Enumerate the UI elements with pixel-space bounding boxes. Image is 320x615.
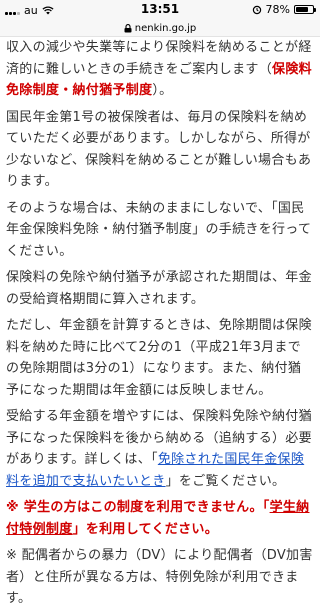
url-domain: nenkin.go.jp [134,22,197,34]
dv-notice: ※ 配偶者からの暴力（DV）により配偶者（DV加害者）と住所が異なる方は、特例免… [6,548,313,606]
student-notice: ※ 学生の方はこの制度を利用できません。「学生納付特例制度」を利用してください。 [6,500,310,537]
lock-icon [124,23,132,32]
procedure-paragraph: そのような場合は、未納のままにしないで、「国民年金保険料免除・納付猶予制度」の手… [6,200,312,259]
approval-paragraph: 保険料の免除や納付猶予が承認された期間は、年金の受給資格期間に算入されます。 [6,270,312,307]
battery-percent: 78% [265,3,290,16]
address-bar[interactable]: nenkin.go.jp [0,20,320,37]
intro-paragraph: 収入の減少や失業等により保険料を納めることが経済的に難しいときの手続きをご案内し… [6,40,312,98]
alarm-icon [252,5,261,14]
status-right: 78% [252,3,316,16]
eligibility-paragraph: 国民年金第1号の被保険者は、毎月の保険料を納めていただく必要があります。しかしな… [6,109,312,190]
battery-icon [294,5,316,14]
status-bar: au 13:51 78% [0,0,320,20]
backpay-paragraph: 受給する年金額を増やすには、保険料免除や納付猶予になった保険料を後から納める（追… [6,409,312,489]
article-body: 収入の減少や失業等により保険料を納めることが経済的に難しいときの手続きをご案内し… [0,37,320,615]
calculation-paragraph: ただし、年金額を計算するときは、免除期間は保険料を納めた時に比べて2分の1（平成… [6,318,312,398]
